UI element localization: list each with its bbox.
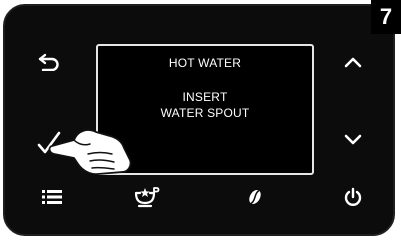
favorite-beverage-icon (134, 187, 160, 208)
chevron-down-icon (344, 134, 362, 145)
display-title: HOT WATER (168, 56, 242, 70)
display-message-line2: WATER SPOUT (160, 106, 250, 120)
coffee-bean-icon (249, 190, 261, 204)
menu-button[interactable] (38, 184, 66, 210)
coffee-button[interactable] (240, 184, 270, 210)
chevron-up-icon (344, 57, 362, 68)
menu-list-icon (42, 190, 62, 204)
back-button[interactable] (34, 50, 64, 74)
power-icon (344, 187, 362, 206)
down-button[interactable] (338, 128, 368, 152)
pointing-hand-icon (48, 129, 132, 176)
step-number-badge: 7 (371, 0, 401, 34)
favorite-beverage-button[interactable] (130, 184, 164, 210)
power-button[interactable] (338, 184, 368, 210)
back-icon (38, 53, 59, 71)
up-button[interactable] (338, 50, 368, 74)
display-message-line1: INSERT (182, 90, 228, 104)
